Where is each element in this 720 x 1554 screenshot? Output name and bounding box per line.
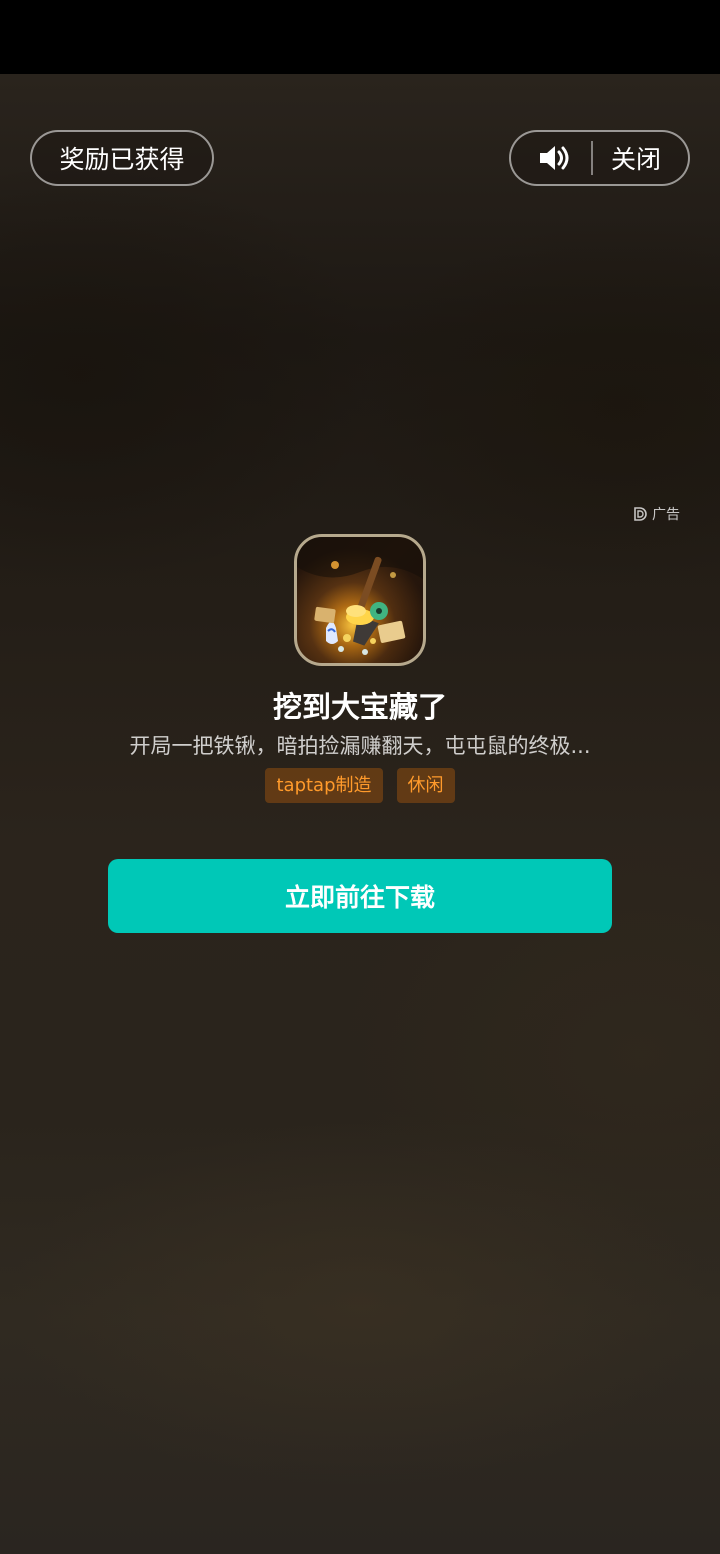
- app-title: 挖到大宝藏了: [272, 690, 447, 724]
- ad-label: 广告: [652, 507, 680, 523]
- speaker-volume-icon[interactable]: [537, 142, 571, 174]
- app-tag-genre: 休闲: [396, 768, 455, 803]
- close-button[interactable]: 关闭: [611, 140, 661, 176]
- app-description: 开局一把铁锹，暗拍捡漏赚翻天，屯屯鼠的终极...: [129, 734, 591, 758]
- ad-background: [0, 74, 720, 1554]
- status-bar: [0, 0, 720, 74]
- control-divider: [591, 141, 593, 175]
- reward-label: 奖励已获得: [59, 145, 185, 174]
- ad-logo-icon: [634, 507, 647, 521]
- ad-badge: 广告: [632, 504, 680, 524]
- ad-screen: 奖励已获得 关闭 广告 挖到大宝藏了 开局一把铁锹，暗拍捡漏赚翻天，屯屯鼠的终极…: [0, 0, 720, 1554]
- sound-close-control: 关闭: [509, 130, 690, 186]
- app-tags: taptap制造 休闲: [0, 768, 720, 803]
- download-button[interactable]: 立即前往下载: [108, 859, 612, 933]
- reward-earned-pill: 奖励已获得: [30, 130, 214, 186]
- app-tag-maker: taptap制造: [265, 768, 383, 803]
- treasure-game-icon[interactable]: [294, 534, 426, 666]
